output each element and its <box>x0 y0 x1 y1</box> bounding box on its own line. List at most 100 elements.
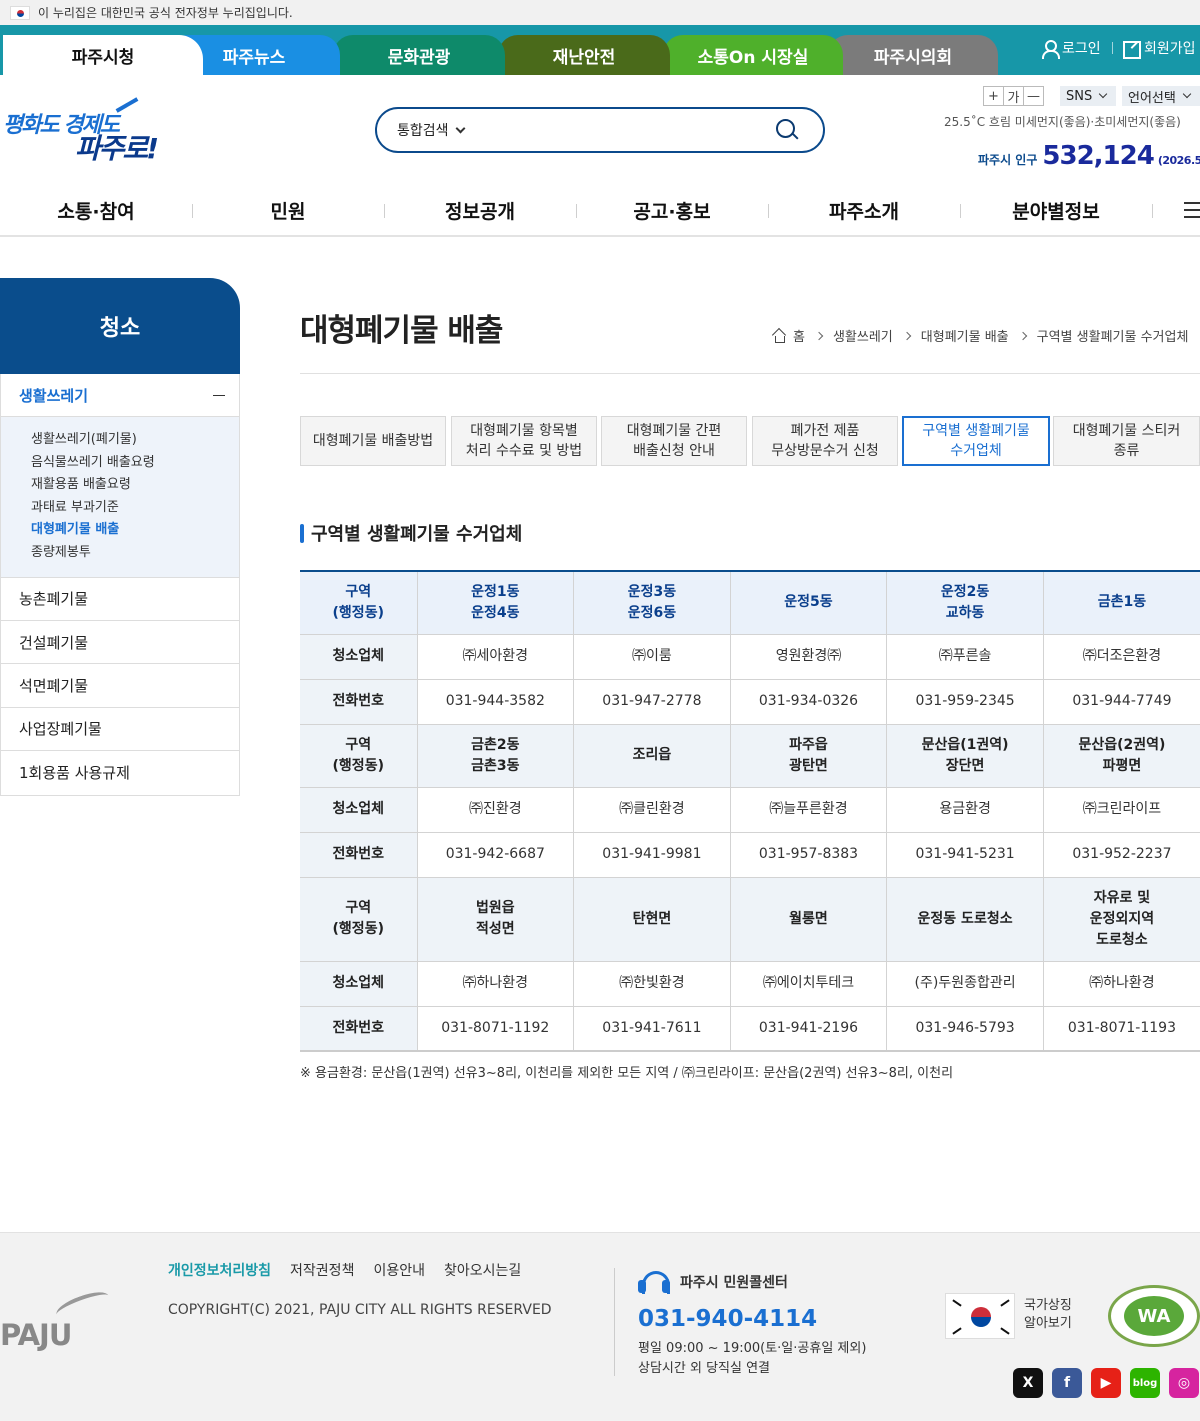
login-label: 로그인 <box>1062 41 1101 57</box>
font-zoom: + 가 — <box>983 86 1044 106</box>
table-row: 구역 (행정동) 법원읍 적성면 탄현면 월롱면 운정동 도로청소 자유로 및 … <box>300 877 1200 962</box>
youtube-icon[interactable]: ▶ <box>1091 1368 1121 1398</box>
national-symbol-line: 알아보기 <box>1024 1316 1072 1331</box>
area-cell: 문산읍(1권역) 장단면 <box>886 724 1044 788</box>
login-link[interactable]: 로그인 <box>1040 38 1101 59</box>
join-link[interactable]: 회원가입 <box>1122 38 1196 59</box>
gnb-item-about[interactable]: 파주소개 <box>768 185 960 235</box>
wa-certification-mark: WA <box>1108 1285 1200 1347</box>
breadcrumb-item[interactable]: 생활쓰레기 <box>833 326 893 345</box>
lnb-sub-item[interactable]: 과태료 부과기준 <box>31 497 239 520</box>
x-icon[interactable]: X <box>1013 1368 1043 1398</box>
phone-cell: 031-8071-1193 <box>1042 1006 1200 1052</box>
call-center-hours-line: 평일 09:00 ~ 19:00(토·일·공휴일 제외) <box>638 1341 867 1356</box>
footer-link-privacy[interactable]: 개인정보처리방침 <box>168 1260 271 1280</box>
search-icon[interactable] <box>775 118 799 142</box>
footer-link-directions[interactable]: 찾아오시는길 <box>444 1260 521 1280</box>
site-tab-mayor-office[interactable]: 소통On 시장실 <box>663 35 843 75</box>
lnb-item-rural-waste[interactable]: 농촌폐기물 <box>1 578 239 621</box>
instagram-icon[interactable]: ◎ <box>1169 1368 1199 1398</box>
footer-divider <box>614 1268 615 1376</box>
company-cell: ㈜더조은환경 <box>1042 634 1200 680</box>
gnb-item-civil[interactable]: 민원 <box>192 185 384 235</box>
breadcrumb-home[interactable]: 홈 <box>793 326 805 345</box>
company-cell: ㈜한빛환경 <box>573 961 731 1007</box>
tab-fee-by-item[interactable]: 대형폐기물 항목별 처리 수수료 및 방법 <box>451 416 597 466</box>
gov-banner: 이 누리집은 대한민국 공식 전자정부 누리집입니다. <box>0 0 1200 25</box>
breadcrumb-item[interactable]: 대형폐기물 배출 <box>921 326 1009 345</box>
row-header-phone: 전화번호 <box>300 679 417 725</box>
lnb-sub-item-active[interactable]: 대형폐기물 배출 <box>31 519 239 542</box>
gnb-item-info[interactable]: 정보공개 <box>384 185 576 235</box>
population-info: 파주시 인구 532,124 (2026.5 월) <box>978 141 1200 171</box>
site-tab-city-hall[interactable]: 파주시청 <box>3 35 203 75</box>
tab-appliance-pickup[interactable]: 폐가전 제품 무상방문수거 신청 <box>752 416 898 466</box>
language-select[interactable]: 언어선택 <box>1122 86 1200 106</box>
site-tab-disaster-safety[interactable]: 재난안전 <box>498 35 670 75</box>
tab-collectors-by-area[interactable]: 구역별 생활폐기물 수거업체 <box>902 416 1050 466</box>
national-symbol-line: 국가상징 <box>1024 1298 1072 1313</box>
collector-table: 구역 (행정동) 운정1동 운정4동 운정3동 운정6동 운정5동 운정2동 교… <box>300 570 1200 1052</box>
lnb-sub-item[interactable]: 음식물쓰레기 배출요령 <box>31 452 239 475</box>
footer-sns: X f ▶ blog ◎ <box>1013 1368 1199 1398</box>
zoom-out-button[interactable]: — <box>1023 86 1044 106</box>
copyright: COPYRIGHT(C) 2021, PAJU CITY ALL RIGHTS … <box>168 1302 552 1318</box>
row-header-company: 청소업체 <box>300 787 417 833</box>
lnb-title: 청소 <box>0 278 240 374</box>
lnb-item-household-waste[interactable]: 생활쓰레기 <box>1 374 239 417</box>
zoom-in-button[interactable]: + <box>983 86 1004 106</box>
facebook-icon[interactable]: f <box>1052 1368 1082 1398</box>
lnb-sub-item[interactable]: 재활용품 배출요령 <box>31 474 239 497</box>
lnb-item-disposable-regulation[interactable]: 1회용품 사용규제 <box>1 751 239 794</box>
phone-cell: 031-957-8383 <box>729 832 887 878</box>
sns-select[interactable]: SNS <box>1060 86 1116 106</box>
search-input[interactable] <box>478 115 765 145</box>
population-value: 532,124 <box>1042 141 1154 171</box>
company-cell: ㈜이룸 <box>573 634 731 680</box>
table-row: 청소업체 ㈜하나환경 ㈜한빛환경 ㈜에이치투테크 (주)두원종합관리 ㈜하나환경 <box>300 961 1200 1007</box>
company-cell: ㈜클린환경 <box>573 787 731 833</box>
logo-arrow-icon <box>115 97 139 113</box>
zoom-reset-button[interactable]: 가 <box>1003 86 1024 106</box>
footer-links: 개인정보처리방침 저작권정책 이용안내 찾아오시는길 <box>168 1260 521 1280</box>
row-header-phone: 전화번호 <box>300 1006 417 1052</box>
phone-cell: 031-944-3582 <box>416 679 574 725</box>
site-tabbar: 파주시청 파주뉴스 문화관광 재난안전 소통On 시장실 파주시의회 <box>0 25 1200 75</box>
page-title: 대형폐기물 배출 <box>300 313 503 349</box>
table-row: 전화번호 031-942-6687 031-941-9981 031-957-8… <box>300 832 1200 878</box>
lnb-sub-item[interactable]: 종량제봉투 <box>31 542 239 565</box>
area-cell: 운정5동 <box>729 571 887 635</box>
area-cell: 문산읍(2권역) 파평면 <box>1042 724 1200 788</box>
chevron-down-icon <box>1182 89 1192 99</box>
site-tab-city-council[interactable]: 파주시의회 <box>828 35 998 75</box>
tab-sticker-types[interactable]: 대형폐기물 스티커 종류 <box>1053 416 1200 466</box>
lnb-sub-item[interactable]: 생활쓰레기(폐기물) <box>31 429 239 452</box>
lnb-item-construction-waste[interactable]: 건설폐기물 <box>1 621 239 665</box>
footer-logo: PAJU <box>0 1287 115 1353</box>
collapse-icon <box>213 394 225 396</box>
footer-link-copyright-policy[interactable]: 저작권정책 <box>290 1260 354 1280</box>
section-bar <box>300 523 304 543</box>
blog-icon[interactable]: blog <box>1130 1368 1160 1398</box>
breadcrumb-current: 구역별 생활폐기물 수거업체 <box>1036 330 1189 345</box>
national-symbol-link[interactable]: 국가상징 알아보기 <box>1024 1297 1072 1333</box>
hamburger-menu-icon[interactable] <box>1184 202 1200 218</box>
lnb-item-business-waste[interactable]: 사업장폐기물 <box>1 708 239 752</box>
phone-cell: 031-934-0326 <box>729 679 887 725</box>
site-logo[interactable]: 평화도 경제도 파주로! <box>3 97 163 165</box>
gnb-item-notice[interactable]: 공고·홍보 <box>576 185 768 235</box>
site-tab-culture-tour[interactable]: 문화관광 <box>333 35 505 75</box>
section-title-text: 구역별 생활폐기물 수거업체 <box>311 524 523 545</box>
phone-cell: 031-942-6687 <box>416 832 574 878</box>
gnb-item-field[interactable]: 분야별정보 <box>960 185 1152 235</box>
korea-flag-icon <box>10 5 30 20</box>
national-flag-icon[interactable] <box>945 1293 1015 1339</box>
search-category-select[interactable]: 통합검색 <box>397 120 465 140</box>
tab-easy-application[interactable]: 대형폐기물 간편 배출신청 안내 <box>601 416 747 466</box>
footer-link-usage-guide[interactable]: 이용안내 <box>373 1260 425 1280</box>
gnb-item-participation[interactable]: 소통·참여 <box>0 185 192 235</box>
home-icon[interactable] <box>772 330 786 343</box>
tab-disposal-method[interactable]: 대형폐기물 배출방법 <box>300 416 446 466</box>
lnb-item-asbestos-waste[interactable]: 석면폐기물 <box>1 664 239 708</box>
area-cell: 조리읍 <box>573 724 731 788</box>
